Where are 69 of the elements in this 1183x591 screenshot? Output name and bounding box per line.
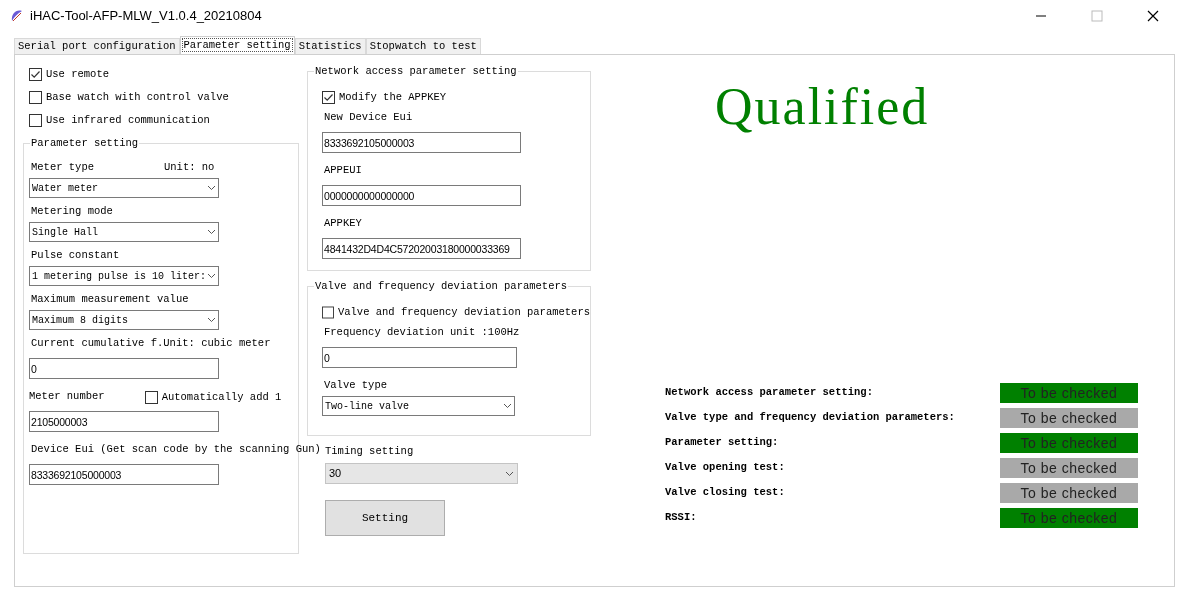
input-field[interactable]: 0 bbox=[29, 358, 219, 379]
field-label: Pulse constant bbox=[31, 248, 120, 264]
chevron-down-icon bbox=[207, 273, 216, 279]
input-field[interactable]: 4841432D4D4C57202003180000033369 bbox=[322, 238, 521, 259]
window-title: iHAC-Tool-AFP-MLW_V1.0.4_20210804 bbox=[30, 7, 262, 26]
dropdown[interactable]: 1 metering pulse is 10 liter: bbox=[29, 266, 219, 286]
field-label: Meter type bbox=[31, 160, 94, 176]
checkbox[interactable] bbox=[29, 113, 42, 127]
checkbox[interactable] bbox=[144, 390, 158, 404]
group-title: Network access parameter setting bbox=[314, 64, 518, 78]
check-label: Parameter setting: bbox=[665, 435, 780, 451]
checkbox[interactable] bbox=[322, 90, 335, 104]
chevron-down-icon bbox=[207, 229, 216, 235]
status-badge: To be checked bbox=[1000, 508, 1138, 528]
group-title: Valve and frequency deviation parameters bbox=[314, 279, 569, 293]
tab[interactable]: Parameter setting bbox=[179, 36, 295, 54]
status-badge: To be checked bbox=[1000, 458, 1138, 478]
group-title: Parameter setting bbox=[30, 136, 140, 150]
check-label: Network access parameter setting: bbox=[665, 385, 874, 401]
input-field[interactable]: 8333692105000003 bbox=[322, 132, 521, 153]
setting-button[interactable]: Setting bbox=[325, 500, 445, 536]
field-label: APPKEY bbox=[324, 216, 362, 232]
check-label: Valve type and frequency deviation parameters: bbox=[665, 410, 956, 426]
field-label: Device Eui (Get scan code by the scanning Gun) bbox=[31, 442, 321, 458]
chevron-down-icon bbox=[503, 403, 512, 409]
checkbox-label: Base watch with control valve bbox=[46, 90, 229, 104]
dropdown[interactable]: Two-line valve bbox=[322, 396, 515, 416]
check-label: RSSI: bbox=[665, 510, 698, 526]
tab[interactable]: Statistics bbox=[294, 38, 366, 54]
input-field[interactable]: 0 bbox=[322, 347, 517, 368]
field-label: Metering mode bbox=[31, 204, 113, 220]
app-icon bbox=[10, 9, 24, 23]
dropdown[interactable]: Single Hall bbox=[29, 222, 219, 242]
checkbox-label: Valve and frequency deviation parameters bbox=[337, 305, 590, 319]
input-field[interactable]: 0000000000000000 bbox=[322, 185, 521, 206]
status-badge: To be checked bbox=[1000, 483, 1138, 503]
field-label: New Device Eui bbox=[324, 110, 413, 126]
close-icon[interactable] bbox=[1147, 10, 1159, 22]
checkbox-label: Automatically add 1 bbox=[161, 390, 282, 404]
result-text: Qualified bbox=[715, 77, 931, 137]
tab[interactable]: Stopwatch to test bbox=[365, 38, 481, 54]
check-label: Valve closing test: bbox=[665, 485, 786, 501]
field-label: Maximum measurement value bbox=[31, 292, 189, 308]
field-label: APPEUI bbox=[324, 163, 362, 179]
checkbox-label: Use remote bbox=[46, 67, 109, 81]
chevron-down-icon bbox=[207, 185, 216, 191]
chevron-down-icon bbox=[207, 317, 216, 323]
dropdown[interactable]: Maximum 8 digits bbox=[29, 310, 219, 330]
field-label: Meter number bbox=[29, 389, 105, 405]
checkbox-label: Modify the APPKEY bbox=[339, 90, 447, 104]
field-label: Current cumulative f.Unit: cubic meter bbox=[31, 336, 271, 352]
unit-label: Unit: no bbox=[164, 160, 215, 176]
status-badge: To be checked bbox=[1000, 383, 1138, 403]
timing-label: Timing setting bbox=[325, 444, 415, 458]
chevron-down-icon bbox=[505, 470, 514, 477]
timing-dropdown[interactable]: 30 bbox=[325, 463, 518, 484]
tab[interactable]: Serial port configuration bbox=[14, 38, 180, 54]
input-field[interactable]: 2105000003 bbox=[29, 411, 219, 432]
status-badge: To be checked bbox=[1000, 408, 1138, 428]
dropdown[interactable]: Water meter bbox=[29, 178, 219, 198]
check-label: Valve opening test: bbox=[665, 460, 786, 476]
status-badge: To be checked bbox=[1000, 433, 1138, 453]
field-label: Valve type bbox=[324, 378, 387, 394]
checkbox[interactable] bbox=[322, 305, 334, 319]
checkbox[interactable] bbox=[29, 67, 42, 81]
field-label: Frequency deviation unit :100Hz bbox=[324, 325, 520, 341]
input-field[interactable]: 8333692105000003 bbox=[29, 464, 219, 485]
checkbox-label: Use infrared communication bbox=[46, 113, 210, 127]
checkbox[interactable] bbox=[29, 90, 42, 104]
